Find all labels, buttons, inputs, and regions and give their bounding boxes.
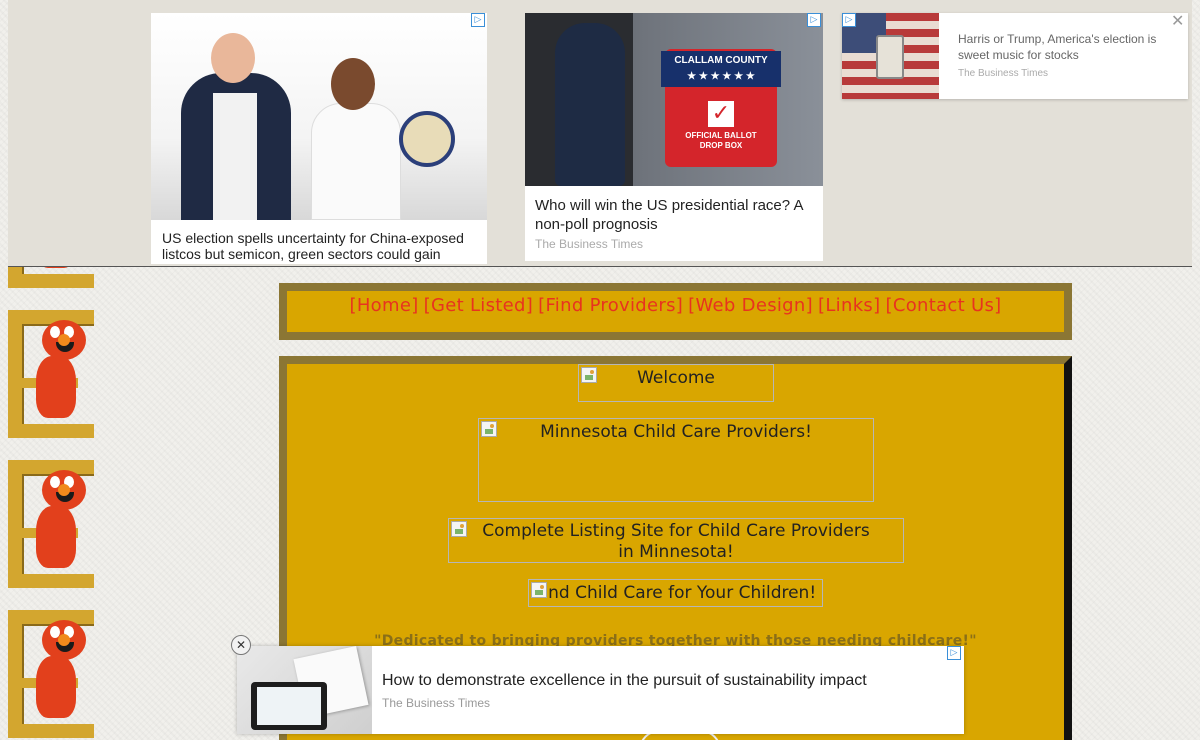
ad-card-china-election[interactable]: US election spells uncertainty for China… — [151, 13, 487, 264]
ballot-check-icon: ✓ — [706, 99, 736, 129]
nav-link-links[interactable]: [Links] — [818, 295, 880, 316]
ad-card-prognosis[interactable]: CLALLAM COUNTY ★ ★ ★ ★ ★ ★ ✓ OFFICIAL BAL… — [525, 13, 823, 261]
ad-source: The Business Times — [535, 237, 644, 251]
nav-link-find-providers[interactable]: [Find Providers] — [538, 295, 683, 316]
ad-card-stocks[interactable]: ▷ Harris or Trump, America's election is… — [842, 13, 1188, 99]
ad-image-tablet — [237, 646, 372, 734]
nav-link-get-listed[interactable]: [Get Listed] — [424, 295, 533, 316]
welcome-image-alt: Welcome — [637, 368, 715, 388]
bottom-sticky-ad[interactable]: How to demonstrate excellence in the pur… — [237, 646, 964, 734]
broken-image-icon — [481, 421, 497, 437]
top-ad-banner: US election spells uncertainty for China… — [8, 0, 1192, 267]
elmo-letter-graphic — [6, 450, 106, 600]
listing-site-image: Complete Listing Site for Child Care Pro… — [448, 518, 904, 563]
ad-headline[interactable]: US election spells uncertainty for China… — [162, 230, 482, 262]
elmo-letter-graphic — [6, 300, 106, 450]
nav-link-home[interactable]: [Home] — [350, 295, 419, 316]
find-child-care-image-alt[interactable]: Find Child Care for Your Children! — [535, 583, 816, 603]
ballot-box-label: OFFICIAL BALLOT DROP BOX — [685, 131, 757, 150]
broken-image-icon — [451, 521, 467, 537]
listing-site-image-alt: Complete Listing Site for Child Care Pro… — [482, 521, 870, 562]
ad-headline[interactable]: Who will win the US presidential race? A… — [535, 196, 817, 234]
ad-image-ballot-box: CLALLAM COUNTY ★ ★ ★ ★ ★ ★ ✓ OFFICIAL BAL… — [525, 13, 823, 186]
nav-link-contact-us[interactable]: [Contact Us] — [886, 295, 1002, 316]
find-child-care-image[interactable]: Find Child Care for Your Children! — [528, 579, 823, 607]
broken-image-icon — [581, 367, 597, 383]
adchoices-icon[interactable]: ▷ — [842, 13, 856, 27]
adchoices-icon[interactable]: ▷ — [807, 13, 821, 27]
main-navigation: [Home] [Get Listed] [Find Providers] [We… — [279, 283, 1072, 340]
nav-link-web-design[interactable]: [Web Design] — [688, 295, 813, 316]
adchoices-icon[interactable]: ▷ — [471, 13, 485, 27]
ballot-box-county: CLALLAM COUNTY — [674, 55, 768, 66]
close-icon[interactable]: ✕ — [1171, 13, 1184, 29]
ad-headline[interactable]: How to demonstrate excellence in the pur… — [382, 672, 867, 690]
close-ad-button[interactable]: ✕ — [231, 635, 251, 655]
welcome-image: Welcome — [578, 364, 774, 402]
ballot-box-stars: ★ ★ ★ ★ ★ ★ — [687, 71, 755, 82]
mn-providers-image: Minnesota Child Care Providers! — [478, 418, 874, 502]
ad-source: The Business Times — [382, 696, 491, 710]
ad-image-politicians — [151, 13, 487, 220]
mn-providers-image-alt: Minnesota Child Care Providers! — [540, 422, 812, 442]
ad-image-flag — [842, 13, 939, 99]
ad-headline[interactable]: Harris or Trump, America's election is s… — [958, 31, 1168, 63]
adchoices-icon[interactable]: ▷ — [947, 646, 961, 660]
elmo-letter-graphic — [6, 600, 106, 740]
ad-source: The Business Times — [958, 68, 1049, 79]
broken-image-icon — [531, 582, 547, 598]
